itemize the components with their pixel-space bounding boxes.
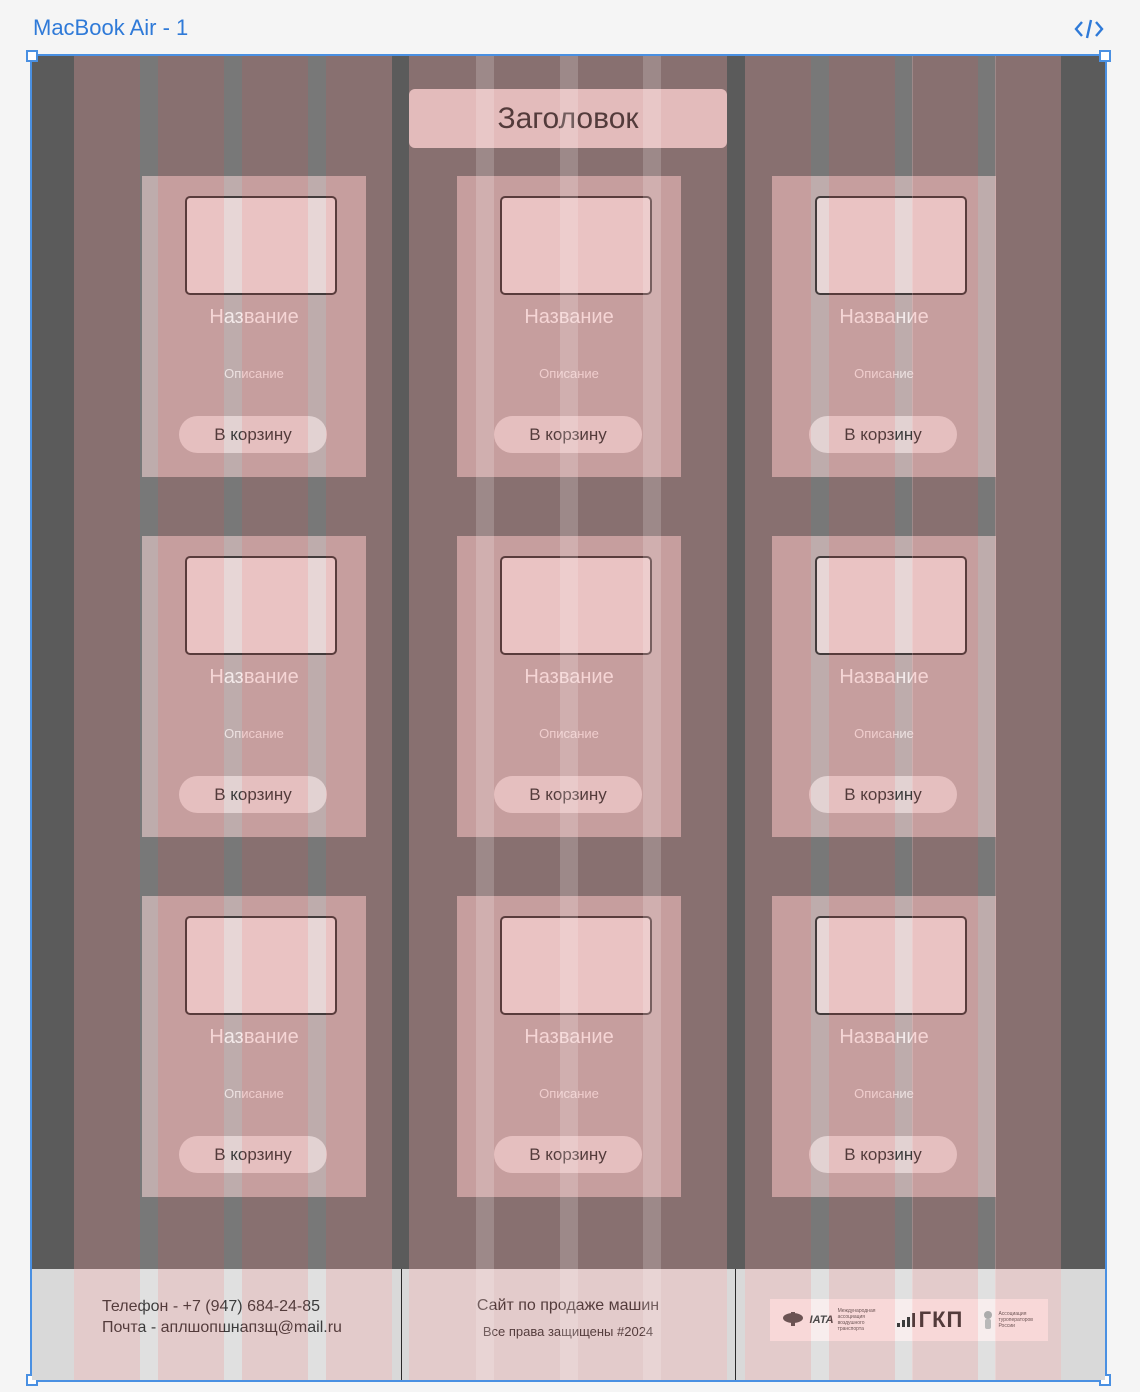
product-title: Название <box>839 306 929 328</box>
product-description: Описание <box>539 366 599 381</box>
add-to-cart-button[interactable]: В корзину <box>809 1136 957 1173</box>
product-image <box>815 196 967 295</box>
add-to-cart-button[interactable]: В корзину <box>809 416 957 453</box>
add-to-cart-button[interactable]: В корзину <box>179 776 327 813</box>
resize-handle-top-right[interactable] <box>1099 50 1111 62</box>
layout-grid-column <box>995 56 1061 1380</box>
footer-copyright: Все права защищены #2024 <box>482 1324 654 1339</box>
product-description: Описание <box>224 1086 284 1101</box>
page-title: Заголовок <box>409 89 727 148</box>
footer: Телефон - +7 (947) 684-24-85 Почта - апл… <box>32 1269 1105 1380</box>
product-card[interactable]: Название Описание В корзину <box>142 536 366 837</box>
add-to-cart-button[interactable]: В корзину <box>494 1136 642 1173</box>
gkp-text: ГКП <box>918 1307 964 1332</box>
product-title: Название <box>209 1026 299 1048</box>
product-description: Описание <box>854 366 914 381</box>
iata-emblem-icon <box>782 1312 803 1326</box>
product-title: Название <box>524 1026 614 1048</box>
footer-phone: Телефон - +7 (947) 684-24-85 <box>102 1298 321 1315</box>
add-to-cart-button[interactable]: В корзину <box>809 776 957 813</box>
footer-about: Сайт по продаже машин Все права защищены… <box>402 1297 734 1339</box>
product-image <box>185 196 337 295</box>
product-card[interactable]: Название Описание В корзину <box>772 536 996 837</box>
product-image <box>815 556 967 655</box>
gkp-logo: ГКП <box>896 1307 964 1333</box>
product-card[interactable]: Название Описание В корзину <box>457 176 681 477</box>
product-description: Описание <box>539 1086 599 1101</box>
footer-email: Почта - аплшопшнапзщ@mail.ru <box>102 1319 342 1336</box>
product-card[interactable]: Название Описание В корзину <box>772 176 996 477</box>
product-image <box>500 556 652 655</box>
frame-label: MacBook Air - 1 <box>33 15 189 40</box>
product-image <box>185 916 337 1015</box>
product-description: Описание <box>224 726 284 741</box>
product-card[interactable]: Название Описание В корзину <box>142 176 366 477</box>
product-image <box>500 916 652 1015</box>
product-title: Название <box>209 666 299 688</box>
iata-logo: IATA Международная ассоциация воздушного… <box>780 1308 878 1332</box>
iata-mark: IATA <box>809 1314 834 1326</box>
product-description: Описание <box>539 726 599 741</box>
product-description: Описание <box>854 726 914 741</box>
product-image <box>500 196 652 295</box>
ator-logo: Ассоциация туроператоров России <box>982 1310 1038 1330</box>
product-card[interactable]: Название Описание В корзину <box>457 896 681 1197</box>
iata-text: Международная ассоциация воздушного тран… <box>837 1308 876 1332</box>
product-description: Описание <box>224 366 284 381</box>
gkp-bars-icon <box>896 1313 915 1327</box>
footer-divider <box>735 1269 736 1380</box>
footer-site-name: Сайт по продаже машин <box>476 1297 660 1314</box>
product-description: Описание <box>854 1086 914 1101</box>
product-title: Название <box>524 666 614 688</box>
macbook-air-frame[interactable]: Заголовок Название Описание В корзину На… <box>30 54 1107 1382</box>
footer-contacts: Телефон - +7 (947) 684-24-85 Почта - апл… <box>102 1296 342 1338</box>
product-title: Название <box>839 1026 929 1048</box>
product-title: Название <box>524 306 614 328</box>
resize-handle-top-left[interactable] <box>26 50 38 62</box>
product-title: Название <box>839 666 929 688</box>
product-title: Название <box>209 306 299 328</box>
product-card[interactable]: Название Описание В корзину <box>772 896 996 1197</box>
product-image <box>815 916 967 1015</box>
product-card[interactable]: Название Описание В корзину <box>457 536 681 837</box>
add-to-cart-button[interactable]: В корзину <box>494 776 642 813</box>
add-to-cart-button[interactable]: В корзину <box>179 1136 327 1173</box>
code-brackets-icon[interactable] <box>1073 16 1105 42</box>
layout-grid-column <box>74 56 140 1380</box>
add-to-cart-button[interactable]: В корзину <box>179 416 327 453</box>
ator-text: Ассоциация туроператоров России <box>998 1311 1033 1329</box>
add-to-cart-button[interactable]: В корзину <box>494 416 642 453</box>
partner-logos: IATA Международная ассоциация воздушного… <box>770 1299 1048 1341</box>
product-card[interactable]: Название Описание В корзину <box>142 896 366 1197</box>
ator-emblem-icon <box>984 1311 993 1329</box>
product-image <box>185 556 337 655</box>
